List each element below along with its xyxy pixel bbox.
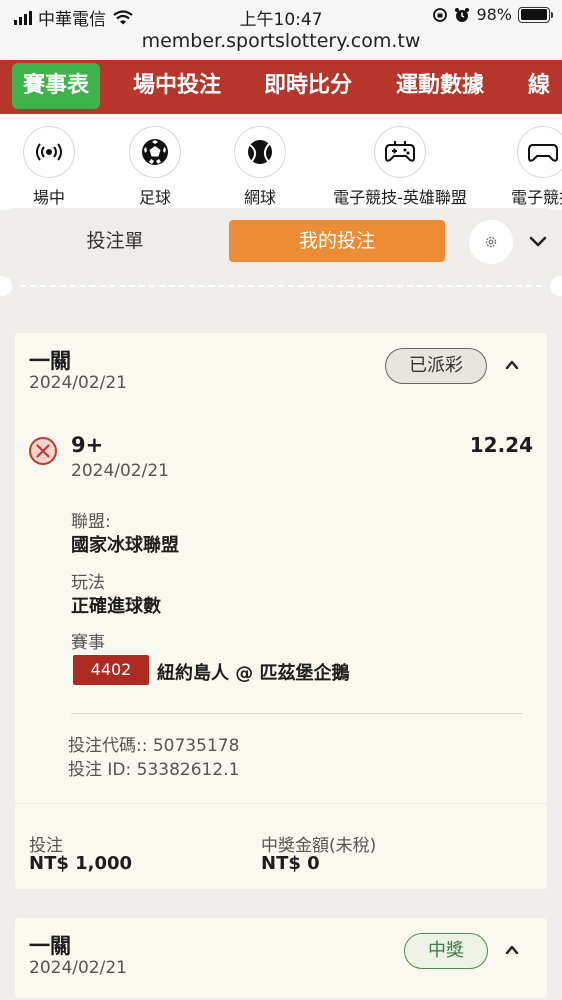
league-label: 聯盟: [71, 512, 111, 532]
league-value: 國家冰球聯盟 [71, 535, 179, 556]
selection-odds: 12.24 [469, 433, 533, 457]
bet-code: 投注代碼:: 50735178 [68, 736, 240, 756]
gamepad-icon [517, 126, 562, 178]
divider [15, 803, 547, 804]
tab-more[interactable]: 線 [528, 60, 550, 114]
divider [71, 713, 523, 714]
tab-sports-data[interactable]: 運動數據 [396, 60, 484, 114]
bet-date: 2024/02/21 [29, 958, 127, 978]
bet-id: 投注 ID: 53382612.1 [68, 760, 240, 780]
bet-type: 一關 [29, 349, 71, 373]
status-bar: 中華電信 上午10:47 98% [0, 0, 562, 30]
top-nav: 賽事表 場中投注 即時比分 運動數據 線 [0, 60, 562, 114]
gear-icon [485, 236, 497, 248]
orientation-lock-icon [433, 7, 448, 22]
soccer-ball-icon [129, 126, 181, 178]
url-bar[interactable]: member.sportslottery.com.tw [0, 30, 562, 60]
gamepad-icon [374, 126, 426, 178]
chevron-up-icon[interactable] [505, 943, 519, 957]
chevron-down-icon[interactable] [527, 230, 549, 252]
bet-card: 一關 2024/02/21 已派彩 9+ 12.24 2024/02/21 聯盟… [15, 333, 547, 889]
market-label: 玩法 [71, 573, 105, 593]
sport-label: 足球 [138, 188, 171, 207]
sports-category-row: 場中 足球 網球 電子競技-英雄聯盟 電子競 [0, 114, 562, 210]
tab-live-betting[interactable]: 場中投注 [133, 60, 221, 114]
sport-esports-lol[interactable]: 電子競技-英雄聯盟 [324, 126, 476, 208]
sport-label: 場中 [32, 188, 65, 207]
status-badge: 已派彩 [385, 348, 487, 384]
sport-live[interactable]: 場中 [14, 126, 84, 208]
tab-live-scores[interactable]: 即時比分 [264, 60, 352, 114]
sport-soccer[interactable]: 足球 [120, 126, 190, 208]
battery-icon [518, 6, 553, 23]
market-value: 正確進球數 [71, 596, 161, 617]
bet-date: 2024/02/21 [29, 373, 127, 393]
selection-date: 2024/02/21 [71, 461, 169, 481]
ticket-notch [0, 276, 12, 296]
alarm-icon [455, 7, 470, 22]
tab-schedule[interactable]: 賽事表 [12, 63, 101, 109]
settings-button[interactable] [469, 220, 513, 264]
selection-name: 9+ [71, 433, 104, 457]
battery-percent: 98% [476, 5, 512, 24]
sport-esports[interactable]: 電子競技 [498, 126, 562, 208]
event-name: 紐約島人 @ 匹茲堡企鵝 [157, 663, 350, 684]
chevron-up-icon[interactable] [505, 358, 519, 372]
dashed-divider [20, 285, 542, 287]
lost-icon [29, 437, 57, 465]
stake-value: NT$ 1,000 [29, 853, 133, 874]
bet-type: 一關 [29, 934, 71, 958]
tennis-ball-icon [234, 126, 286, 178]
tab-betslip[interactable]: 投注單 [15, 220, 215, 262]
payout-value: NT$ 0 [261, 853, 320, 874]
ticket-notch [550, 276, 562, 296]
tab-my-bets[interactable]: 我的投注 [229, 220, 445, 262]
event-id-badge: 4402 [73, 655, 149, 685]
live-icon [23, 126, 75, 178]
sport-label: 電子競技 [510, 188, 562, 207]
sport-label: 網球 [243, 188, 276, 207]
sport-label: 電子競技-英雄聯盟 [333, 188, 467, 207]
sport-tennis[interactable]: 網球 [225, 126, 295, 208]
event-label: 賽事 [71, 633, 105, 653]
bet-card: 一關 2024/02/21 中獎 [15, 918, 547, 998]
bet-codes: 投注代碼:: 50735178 投注 ID: 53382612.1 [68, 734, 239, 782]
status-badge: 中獎 [404, 933, 488, 969]
